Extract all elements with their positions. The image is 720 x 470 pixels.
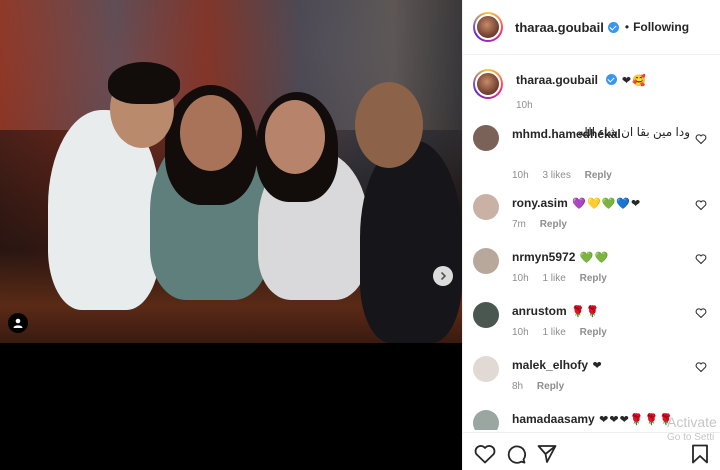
reply-button[interactable]: Reply (540, 219, 567, 230)
comment-text: 💚💚 (579, 252, 610, 264)
comment-row: mhmd.hamedhekal ودا مين بقا ان شاء الله … (473, 125, 713, 181)
caption-username[interactable]: tharaa.goubail (516, 73, 598, 87)
post-photo[interactable] (0, 0, 462, 343)
face-2 (180, 95, 242, 171)
like-comment-heart-icon[interactable] (695, 199, 707, 211)
comment-likes[interactable]: 1 like (542, 273, 565, 284)
save-bookmark-icon[interactable] (691, 444, 709, 464)
post-side-panel: tharaa.goubail • Following tharaa.goubai… (462, 0, 720, 470)
caption-author-avatar[interactable] (473, 69, 503, 99)
commenter-username[interactable]: hamadaasamy (512, 412, 595, 426)
like-comment-heart-icon[interactable] (695, 361, 707, 373)
commenter-avatar[interactable] (473, 194, 499, 220)
following-button[interactable]: Following (633, 20, 689, 34)
post-header: tharaa.goubail • Following (463, 0, 720, 55)
commenter-avatar[interactable] (473, 356, 499, 382)
comment-text: ❤ (592, 360, 603, 372)
comment-time[interactable]: 10h (512, 170, 529, 181)
face-3 (265, 100, 325, 174)
tagged-users-icon[interactable] (8, 313, 28, 333)
share-paper-plane-icon[interactable] (537, 444, 557, 464)
comment-icon[interactable] (506, 444, 526, 464)
commenter-username[interactable]: malek_elhofy (512, 358, 588, 372)
comment-row: malek_elhofy ❤ 8h Reply (473, 356, 713, 392)
like-comment-heart-icon[interactable] (695, 133, 707, 145)
separator-dot: • (624, 20, 630, 34)
commenter-avatar[interactable] (473, 125, 499, 151)
like-comment-heart-icon[interactable] (695, 307, 707, 319)
comment-likes[interactable]: 3 likes (542, 170, 570, 181)
windows-activation-watermark: Activate Go to Setti (667, 415, 717, 445)
commenter-avatar[interactable] (473, 248, 499, 274)
person-4 (360, 140, 462, 343)
comment-time[interactable]: 10h (512, 327, 529, 338)
reply-button[interactable]: Reply (537, 381, 564, 392)
comment-text: ❤❤❤🌹🌹🌹 (599, 414, 674, 426)
comment-time[interactable]: 7m (512, 219, 526, 230)
comment-time[interactable]: 10h (512, 273, 529, 284)
watermark-line-1: Activate (667, 414, 717, 430)
reply-button[interactable]: Reply (580, 327, 607, 338)
watermark-line-2: Go to Setti (667, 432, 715, 443)
caption-verified-badge-icon (606, 74, 618, 85)
author-avatar[interactable] (473, 12, 503, 42)
commenter-username[interactable]: rony.asim (512, 196, 568, 210)
face-4 (355, 82, 423, 168)
next-photo-arrow-icon[interactable] (433, 266, 453, 286)
caption-time[interactable]: 10h (516, 100, 533, 111)
caption-text: ❤🥰 (621, 75, 647, 87)
comment-text: ودا مين بقا ان شاء الله (577, 125, 690, 139)
like-heart-icon[interactable] (474, 444, 496, 464)
commenter-username[interactable]: anrustom (512, 304, 567, 318)
caption-row: tharaa.goubail ❤🥰 10h (473, 69, 713, 111)
reply-button[interactable]: Reply (585, 170, 612, 181)
comment-likes[interactable]: 1 like (542, 327, 565, 338)
reply-button[interactable]: Reply (580, 273, 607, 284)
hair-1 (108, 62, 180, 104)
comment-row: anrustom 🌹🌹 10h 1 like Reply (473, 302, 713, 338)
commenter-avatar[interactable] (473, 410, 499, 430)
commenter-avatar[interactable] (473, 302, 499, 328)
commenter-username[interactable]: nrmyn5972 (512, 250, 575, 264)
comment-row: rony.asim 💜💛💚💙❤ 7m Reply (473, 194, 713, 230)
like-comment-heart-icon[interactable] (695, 253, 707, 265)
comment-row: nrmyn5972 💚💚 10h 1 like Reply (473, 248, 713, 284)
comment-time[interactable]: 8h (512, 381, 523, 392)
verified-badge-icon (607, 21, 619, 33)
author-username[interactable]: tharaa.goubail (515, 20, 604, 35)
comments-list: tharaa.goubail ❤🥰 10h mhmd.hamedhekal ود… (463, 56, 720, 430)
comment-text: 🌹🌹 (571, 306, 601, 318)
comment-text: 💜💛💚💙❤ (572, 198, 642, 210)
post-media-area (0, 0, 462, 470)
